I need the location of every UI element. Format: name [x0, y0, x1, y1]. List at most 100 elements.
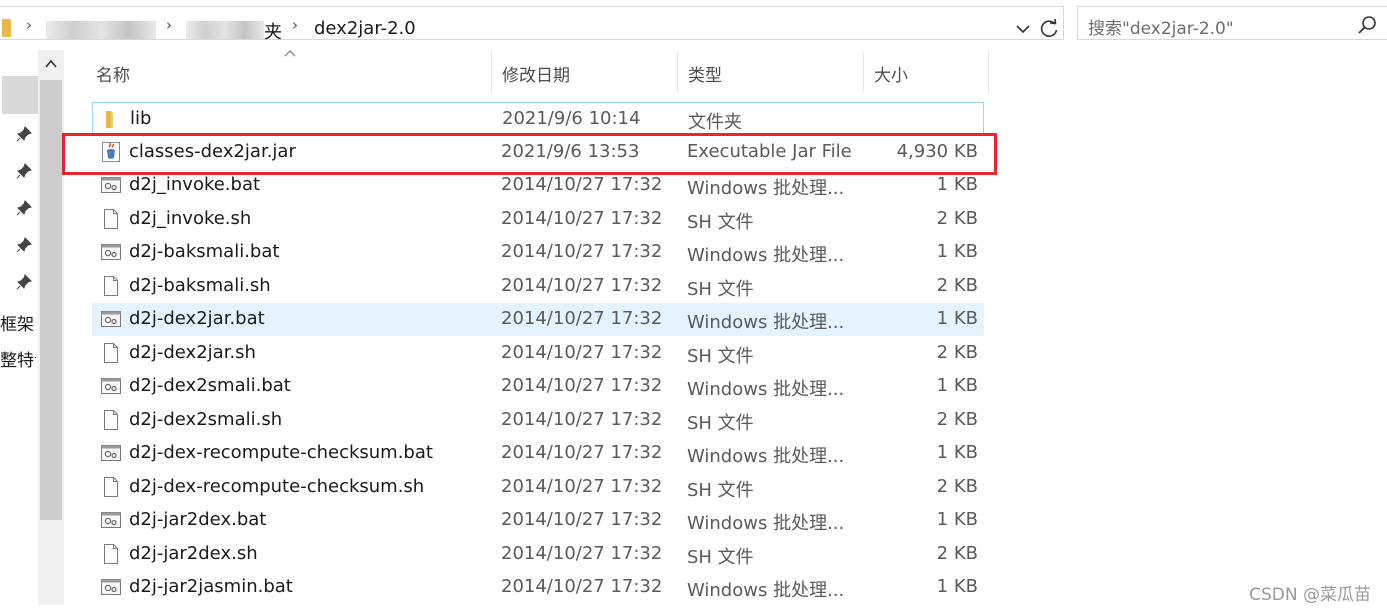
pin-icon[interactable]: [16, 274, 32, 290]
scroll-up-icon[interactable]: [42, 56, 60, 72]
file-date: 2014/10/27 17:32: [501, 408, 663, 430]
file-size: 1 KB: [936, 375, 978, 396]
file-size: 1 KB: [936, 442, 978, 463]
scrollbar-thumb[interactable]: [40, 80, 62, 520]
bat-file-icon: [100, 576, 122, 598]
file-date: 2014/10/27 17:32: [501, 542, 663, 564]
file-row[interactable]: d2j-dex2smali.sh 2014/10/27 17:32 SH 文件 2 K…: [92, 404, 984, 437]
file-type: Windows 批处理...: [687, 245, 845, 266]
file-date: 2014/10/27 17:32: [501, 475, 663, 497]
file-type: Windows 批处理...: [687, 513, 845, 534]
file-row[interactable]: d2j-dex-recompute-checksum.sh 2014/10/27 …: [92, 471, 984, 504]
file-date: 2014/10/27 17:32: [501, 341, 663, 363]
file-size: 1 KB: [936, 576, 978, 597]
file-row[interactable]: d2j-dex2jar.bat 2014/10/27 17:32 Windows 批…: [92, 303, 984, 336]
file-date: 2021/9/6 10:14: [502, 108, 641, 129]
file-name: d2j-dex2smali.sh: [129, 408, 283, 430]
pin-icon[interactable]: [16, 126, 32, 142]
file-row[interactable]: d2j-baksmali.bat 2014/10/27 17:32 Windows …: [92, 236, 984, 269]
file-date: 2014/10/27 17:32: [501, 274, 663, 296]
file-type: Windows 批处理...: [687, 379, 845, 400]
file-type: 文件夹: [688, 112, 742, 133]
file-row[interactable]: d2j-baksmali.sh 2014/10/27 17:32 SH 文件 2 KB: [92, 270, 984, 303]
chevron-right-icon[interactable]: ›: [26, 16, 32, 34]
address-bar-row: › › 夹 › dex2jar-2.0 搜索"dex2jar-2.0": [0, 0, 1387, 46]
file-size: 2 KB: [936, 207, 978, 229]
column-divider[interactable]: [988, 52, 989, 92]
file-size: 2 KB: [936, 542, 978, 564]
file-row[interactable]: d2j_invoke.sh 2014/10/27 17:32 SH 文件 2 KB: [92, 203, 984, 236]
file-date: 2014/10/27 17:32: [501, 442, 663, 463]
column-divider[interactable]: [677, 52, 678, 92]
search-box[interactable]: 搜索"dex2jar-2.0": [1077, 6, 1387, 40]
pin-icon[interactable]: [16, 163, 32, 179]
column-size[interactable]: 大小: [874, 50, 908, 94]
file-name: d2j-baksmali.sh: [129, 274, 271, 296]
file-name: d2j-dex2jar.sh: [129, 341, 256, 363]
bat-file-icon: [100, 442, 122, 464]
nav-item-label[interactable]: 整特订: [0, 346, 36, 371]
nav-item-label[interactable]: 框架: [0, 310, 36, 335]
file-type: SH 文件: [687, 479, 754, 501]
column-name[interactable]: 名称: [96, 50, 130, 94]
file-name: d2j-jar2dex.sh: [129, 542, 258, 564]
file-name: d2j-dex2smali.bat: [129, 375, 291, 396]
highlight-annotation: [62, 133, 997, 175]
column-header: 名称 修改日期 类型 大小: [66, 50, 990, 94]
blank-file-icon: [100, 543, 122, 565]
bat-file-icon: [100, 308, 122, 330]
file-row[interactable]: d2j-jar2dex.sh 2014/10/27 17:32 SH 文件 2 KB: [92, 538, 984, 571]
column-date[interactable]: 修改日期: [502, 50, 570, 94]
file-name: lib: [130, 108, 152, 129]
file-size: 2 KB: [936, 341, 978, 363]
file-type: Windows 批处理...: [687, 178, 845, 199]
chevron-right-icon[interactable]: ›: [166, 16, 172, 34]
file-type: SH 文件: [687, 546, 754, 568]
pin-icon[interactable]: [16, 200, 32, 216]
folder-icon: [2, 19, 11, 37]
chevron-right-icon[interactable]: ›: [292, 16, 298, 34]
chevron-down-icon[interactable]: [1014, 19, 1032, 39]
nav-scrollbar[interactable]: [38, 50, 64, 605]
file-name: d2j_invoke.bat: [129, 174, 261, 195]
file-size: 1 KB: [936, 308, 978, 329]
pin-icon[interactable]: [16, 237, 32, 253]
redacted-breadcrumb[interactable]: [186, 21, 264, 39]
file-date: 2014/10/27 17:32: [501, 241, 663, 262]
file-row[interactable]: d2j-dex2smali.bat 2014/10/27 17:32 Windows…: [92, 370, 984, 403]
file-size: 2 KB: [936, 475, 978, 497]
folder-icon: [101, 108, 123, 130]
bat-file-icon: [100, 174, 122, 196]
file-row[interactable]: d2j-dex2jar.sh 2014/10/27 17:32 SH 文件 2 KB: [92, 337, 984, 370]
file-type: SH 文件: [687, 345, 754, 367]
column-type[interactable]: 类型: [688, 50, 722, 94]
file-row[interactable]: lib 2021/9/6 10:14 文件夹: [92, 102, 984, 135]
file-date: 2014/10/27 17:32: [501, 174, 663, 195]
file-date: 2014/10/27 17:32: [501, 308, 663, 329]
search-icon[interactable]: [1357, 15, 1377, 35]
file-type: SH 文件: [687, 211, 754, 233]
refresh-icon[interactable]: [1038, 18, 1060, 40]
file-name: d2j-dex-recompute-checksum.sh: [129, 475, 425, 497]
nav-selected-item[interactable]: [2, 76, 38, 114]
file-row[interactable]: d2j-jar2dex.bat 2014/10/27 17:32 Windows 批…: [92, 504, 984, 537]
address-bar[interactable]: › › 夹 › dex2jar-2.0: [0, 6, 1064, 43]
file-row[interactable]: d2j-dex-recompute-checksum.bat 2014/10/27…: [92, 437, 984, 470]
file-date: 2014/10/27 17:32: [501, 509, 663, 530]
file-type: SH 文件: [687, 412, 754, 434]
search-input[interactable]: 搜索"dex2jar-2.0": [1088, 14, 1234, 39]
breadcrumb-partial[interactable]: 夹: [264, 18, 282, 44]
redacted-breadcrumb[interactable]: [46, 21, 156, 39]
blank-file-icon: [100, 342, 122, 364]
file-date: 2014/10/27 17:32: [501, 375, 663, 396]
bat-file-icon: [100, 509, 122, 531]
file-date: 2014/10/27 17:32: [501, 207, 663, 229]
navigation-pane: 框架 整特订: [0, 46, 66, 611]
file-row[interactable]: d2j-jar2jasmin.bat 2014/10/27 17:32 Window…: [92, 571, 984, 604]
watermark: CSDN @菜瓜苗: [1249, 585, 1371, 605]
column-divider[interactable]: [491, 52, 492, 92]
breadcrumb-current[interactable]: dex2jar-2.0: [314, 18, 416, 39]
file-type: SH 文件: [687, 278, 754, 300]
column-divider[interactable]: [863, 52, 864, 92]
file-name: d2j-dex-recompute-checksum.bat: [129, 442, 433, 463]
